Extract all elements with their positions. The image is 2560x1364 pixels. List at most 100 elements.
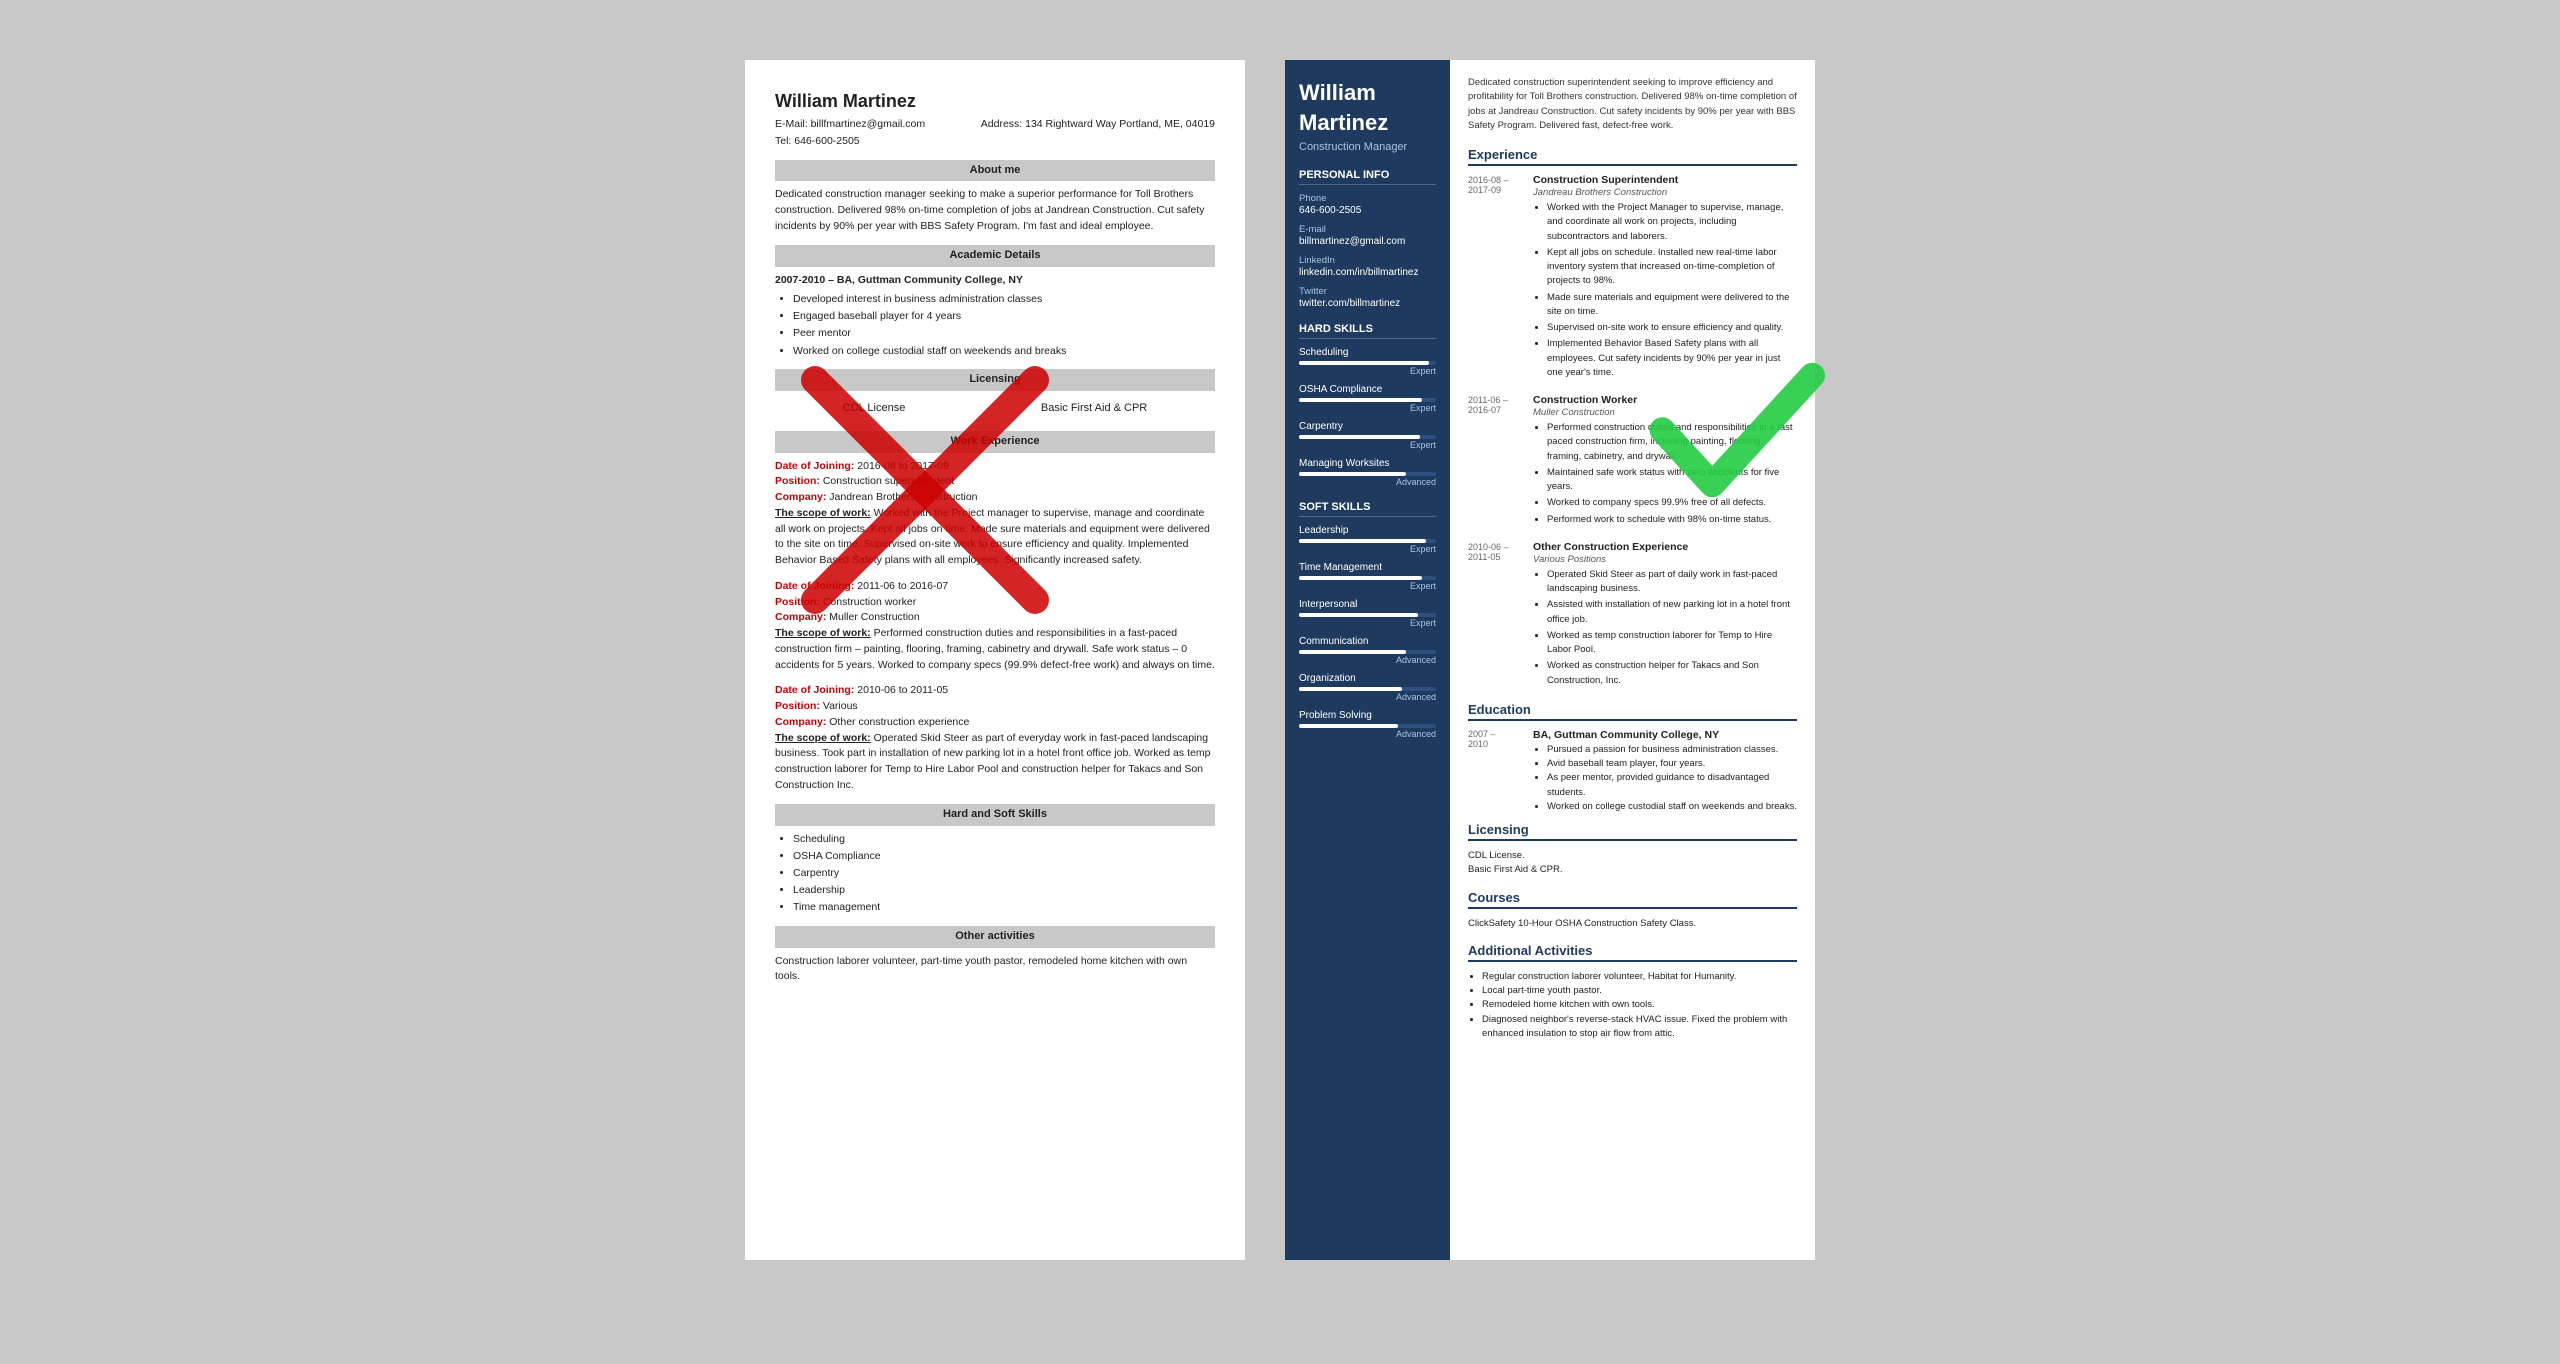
exp-bullet: Maintained safe work status with zero ac… xyxy=(1547,466,1797,495)
skill-5: Time management xyxy=(793,900,1215,915)
other-text: Construction laborer volunteer, part-tim… xyxy=(775,954,1215,986)
activity-item-3: Diagnosed neighbor's reverse-stack HVAC … xyxy=(1482,1013,1797,1042)
soft-skill-level-2: Expert xyxy=(1299,618,1436,628)
soft-skill-bar-bg-2 xyxy=(1299,613,1436,617)
right-name-line2: Martinez xyxy=(1299,110,1436,136)
exp-bullet: Worked to company specs 99.9% free of al… xyxy=(1547,496,1797,510)
exp-company-2: Various Positions xyxy=(1533,554,1797,565)
work2-company: Company: Muller Construction xyxy=(775,610,1215,626)
exp-bullet: Supervised on-site work to ensure effici… xyxy=(1547,321,1797,335)
soft-skill-name-4: Organization xyxy=(1299,673,1436,684)
edu-bullets-0: Pursued a passion for business administr… xyxy=(1533,743,1797,814)
exp-bullet: Kept all jobs on schedule. Installed new… xyxy=(1547,246,1797,289)
hard-skill-bar-bg-3 xyxy=(1299,472,1436,476)
soft-skill-bar-bg-4 xyxy=(1299,687,1436,691)
hard-skill-name-0: Scheduling xyxy=(1299,347,1436,358)
about-section-header: About me xyxy=(775,160,1215,182)
exp-company-0: Jandreau Brothers Construction xyxy=(1533,187,1797,198)
hard-skill-bar-bg-0 xyxy=(1299,361,1436,365)
work3-comp-label: Company: xyxy=(775,716,826,728)
about-text: Dedicated construction manager seeking t… xyxy=(775,187,1215,234)
activity-item-1: Local part-time youth pastor. xyxy=(1482,984,1797,998)
exp-title-2: Other Construction Experience xyxy=(1533,541,1797,553)
exp-bullet: Assisted with installation of new parkin… xyxy=(1547,598,1797,627)
hard-skills-container: Scheduling Expert OSHA Compliance Expert… xyxy=(1299,347,1436,487)
hard-skill-bar-fill-1 xyxy=(1299,398,1422,402)
work3-date-label: Date of Joining: xyxy=(775,684,854,696)
soft-skill-level-5: Advanced xyxy=(1299,729,1436,739)
exp-bullet: Worked as construction helper for Takacs… xyxy=(1547,659,1797,688)
work-entry-3: Date of Joining: 2010-06 to 2011-05 Posi… xyxy=(775,683,1215,793)
experience-container: 2016-08 –2017-09 Construction Superinten… xyxy=(1468,174,1797,690)
soft-skill-bar-fill-3 xyxy=(1299,650,1406,654)
hard-skill-2: Carpentry Expert xyxy=(1299,421,1436,450)
hard-skill-level-2: Expert xyxy=(1299,440,1436,450)
exp-entry-0: 2016-08 –2017-09 Construction Superinten… xyxy=(1468,174,1797,382)
exp-bullets-2: Operated Skid Steer as part of daily wor… xyxy=(1533,568,1797,688)
soft-skill-name-5: Problem Solving xyxy=(1299,710,1436,721)
exp-title-0: Construction Superintendent xyxy=(1533,174,1797,186)
summary-text: Dedicated construction superintendent se… xyxy=(1468,76,1797,133)
exp-body-2: Other Construction Experience Various Po… xyxy=(1533,541,1797,690)
work1-date: Date of Joining: 2016-08 to 2017-09 xyxy=(775,459,1215,475)
left-tel: Tel: 646-600-2505 xyxy=(775,134,1215,149)
exp-entry-1: 2011-06 –2016-07 Construction Worker Mul… xyxy=(1468,394,1797,529)
work1-date-label: Date of Joining: xyxy=(775,460,854,472)
soft-skills-container: Leadership Expert Time Management Expert… xyxy=(1299,525,1436,739)
work3-pos-label: Position: xyxy=(775,700,820,712)
hard-skill-name-1: OSHA Compliance xyxy=(1299,384,1436,395)
personal-info-title: Personal Info xyxy=(1299,169,1436,185)
courses-container: ClickSafety 10-Hour OSHA Construction Sa… xyxy=(1468,917,1797,931)
soft-skill-1: Time Management Expert xyxy=(1299,562,1436,591)
soft-skill-name-3: Communication xyxy=(1299,636,1436,647)
exp-body-0: Construction Superintendent Jandreau Bro… xyxy=(1533,174,1797,382)
sidebar: William Martinez Construction Manager Pe… xyxy=(1285,60,1450,1260)
licensing-row: CDL License Basic First Aid & CPR xyxy=(775,397,1215,421)
left-name: William Martinez xyxy=(775,88,1215,114)
soft-skill-3: Communication Advanced xyxy=(1299,636,1436,665)
exp-bullet: Performed work to schedule with 98% on-t… xyxy=(1547,513,1797,527)
edu-bullet: Avid baseball team player, four years. xyxy=(1547,757,1797,771)
exp-bullet: Worked as temp construction laborer for … xyxy=(1547,629,1797,658)
soft-skill-5: Problem Solving Advanced xyxy=(1299,710,1436,739)
work2-date-label: Date of Joining: xyxy=(775,580,854,592)
twitter-label: Twitter xyxy=(1299,286,1436,297)
soft-skill-bar-fill-1 xyxy=(1299,576,1422,580)
work2-scope-label: The scope of work: xyxy=(775,627,871,639)
edu-bullet-2: Engaged baseball player for 4 years xyxy=(793,309,1215,324)
edu-bullet-4: Worked on college custodial staff on wee… xyxy=(793,344,1215,359)
left-email: E-Mail: billfmartinez@gmail.com xyxy=(775,117,925,132)
edu-entry: 2007-2010 – BA, Guttman Community Colleg… xyxy=(775,273,1215,288)
work3-scope-label: The scope of work: xyxy=(775,732,871,744)
linkedin-value: linkedin.com/in/billmartinez xyxy=(1299,267,1436,278)
soft-skill-2: Interpersonal Expert xyxy=(1299,599,1436,628)
activity-item-2: Remodeled home kitchen with own tools. xyxy=(1482,998,1797,1012)
twitter-value: twitter.com/billmartinez xyxy=(1299,298,1436,309)
work1-comp-label: Company: xyxy=(775,491,826,503)
hard-skill-0: Scheduling Expert xyxy=(1299,347,1436,376)
soft-skill-bar-bg-3 xyxy=(1299,650,1436,654)
work2-date: Date of Joining: 2011-06 to 2016-07 xyxy=(775,579,1215,595)
soft-skill-bar-bg-5 xyxy=(1299,724,1436,728)
work3-position: Position: Various xyxy=(775,699,1215,715)
hard-skill-bar-bg-1 xyxy=(1299,398,1436,402)
exp-bullet: Implemented Behavior Based Safety plans … xyxy=(1547,337,1797,380)
hard-skill-3: Managing Worksites Advanced xyxy=(1299,458,1436,487)
licensing-container: CDL License.Basic First Aid & CPR. xyxy=(1468,849,1797,878)
edu-bullet-3: Peer mentor xyxy=(793,326,1215,341)
hard-skill-bar-fill-0 xyxy=(1299,361,1429,365)
exp-bullets-1: Performed construction duties and respon… xyxy=(1533,421,1797,527)
soft-skill-name-2: Interpersonal xyxy=(1299,599,1436,610)
soft-skill-bar-fill-4 xyxy=(1299,687,1402,691)
soft-skill-level-1: Expert xyxy=(1299,581,1436,591)
left-contact-row: E-Mail: billfmartinez@gmail.com Address:… xyxy=(775,117,1215,132)
soft-skill-name-0: Leadership xyxy=(1299,525,1436,536)
soft-skill-level-0: Expert xyxy=(1299,544,1436,554)
activity-item-0: Regular construction laborer volunteer, … xyxy=(1482,970,1797,984)
academic-section-header: Academic Details xyxy=(775,245,1215,267)
education-section-title: Education xyxy=(1468,702,1797,721)
exp-bullet: Made sure materials and equipment were d… xyxy=(1547,291,1797,320)
hard-skill-name-2: Carpentry xyxy=(1299,421,1436,432)
hard-skill-level-3: Advanced xyxy=(1299,477,1436,487)
work-section-header: Work Experience xyxy=(775,431,1215,453)
